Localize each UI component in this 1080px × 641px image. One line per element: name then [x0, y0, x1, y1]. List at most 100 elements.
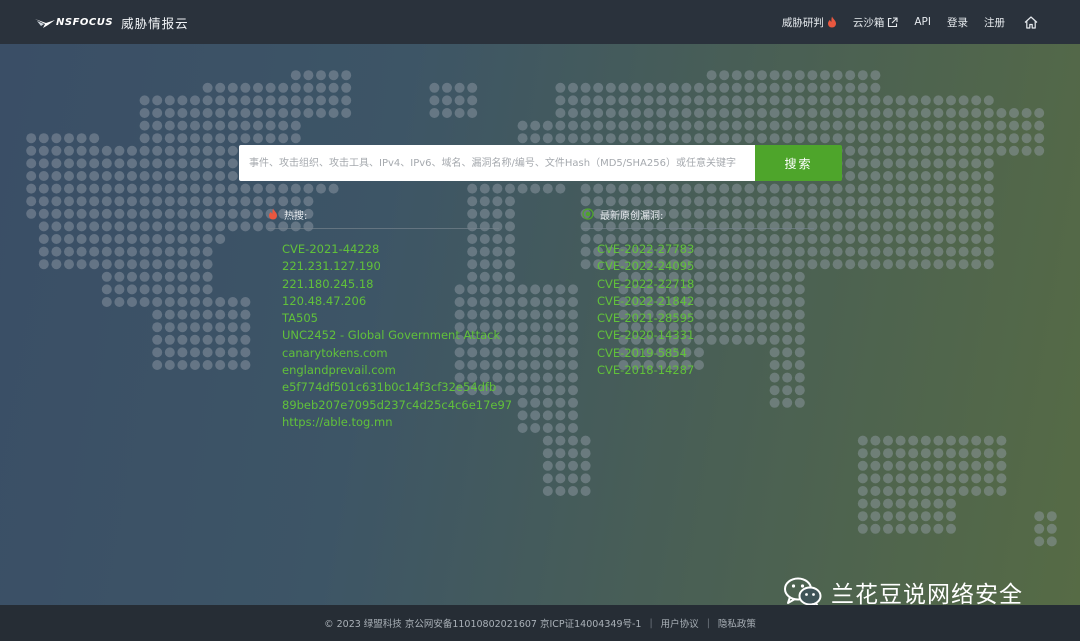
logo[interactable]: NSFOCUS 威胁情报云 — [34, 13, 189, 32]
hot-search-item[interactable]: 221.180.245.18 — [282, 276, 499, 293]
vuln-item[interactable]: CVE-2019-5854 — [597, 345, 814, 362]
hot-search-item[interactable]: CVE-2021-44228 — [282, 241, 499, 258]
map-dot — [555, 360, 566, 370]
nsfocus-logo-icon — [35, 18, 55, 28]
search-input[interactable] — [239, 145, 755, 181]
map-dot — [152, 271, 163, 282]
search-button[interactable]: 搜索 — [755, 145, 842, 181]
map-dot — [946, 523, 956, 534]
map-dot — [139, 108, 150, 118]
vuln-item[interactable]: CVE-2022-27783 — [597, 241, 814, 258]
map-dot — [542, 360, 553, 370]
map-dot — [101, 246, 112, 257]
map-dot — [542, 385, 553, 396]
map-dot — [227, 297, 238, 307]
map-dot — [101, 271, 112, 282]
map-dot — [152, 145, 163, 156]
map-dot — [731, 133, 742, 144]
map-dot — [618, 95, 629, 106]
hot-search-item[interactable]: 89beb207e7095d237c4d25c4c6e17e97 — [282, 397, 512, 414]
map-dot — [530, 385, 541, 396]
map-dot — [76, 234, 87, 244]
map-dot — [26, 133, 37, 144]
world-map-dots — [26, 70, 1057, 547]
map-dot — [542, 322, 553, 333]
map-dot — [920, 108, 931, 118]
hot-search-item[interactable]: TA505 — [282, 310, 499, 327]
nav-sandbox[interactable]: 云沙箱 — [853, 15, 899, 30]
map-dot — [101, 183, 112, 194]
map-dot — [127, 208, 137, 219]
map-dot — [769, 82, 780, 93]
map-dot — [870, 523, 881, 534]
map-dot — [832, 70, 843, 81]
nav-threat-research[interactable]: 威胁研判 — [782, 15, 837, 30]
map-dot — [64, 158, 74, 169]
map-dot — [820, 259, 830, 270]
vuln-item[interactable]: CVE-2018-14287 — [597, 362, 814, 379]
map-dot — [215, 297, 226, 307]
vuln-item[interactable]: CVE-2021-28595 — [597, 310, 814, 327]
map-dot — [933, 95, 944, 106]
hot-search-header: 热搜: — [268, 206, 499, 222]
footer-privacy-link[interactable]: 隐私政策 — [718, 616, 756, 630]
map-dot — [933, 221, 944, 232]
map-dot — [479, 196, 490, 207]
map-dot — [656, 108, 667, 118]
map-dot — [971, 208, 982, 219]
map-dot — [101, 145, 112, 156]
nav-home[interactable] — [1021, 15, 1038, 29]
map-dot — [328, 108, 339, 118]
map-dot — [946, 171, 956, 181]
map-dot — [76, 246, 87, 257]
footer-user-agreement-link[interactable]: 用户协议 — [661, 616, 699, 630]
map-dot — [908, 246, 919, 257]
map-dot — [933, 523, 944, 534]
map-dot — [895, 196, 906, 207]
map-dot — [530, 360, 541, 370]
hot-search-item[interactable]: https://able.tog.mn — [282, 414, 499, 431]
top-navigation-bar: NSFOCUS 威胁情报云 威胁研判 云沙箱 API 登录 注册 — [0, 0, 1080, 44]
map-dot — [89, 196, 100, 207]
map-dot — [1034, 120, 1045, 131]
map-dot — [971, 133, 982, 144]
map-dot — [278, 133, 289, 144]
hot-search-title: 热搜: — [284, 210, 308, 222]
map-dot — [505, 284, 515, 295]
map-dot — [996, 473, 1007, 484]
map-dot — [920, 158, 931, 169]
main-nav: 威胁研判 云沙箱 API 登录 注册 — [766, 0, 1038, 44]
hot-search-item[interactable]: canarytokens.com — [282, 345, 499, 362]
map-dot — [983, 108, 994, 118]
map-dot — [542, 120, 553, 131]
vuln-item[interactable]: CVE-2020-14331 — [597, 327, 814, 344]
vuln-item[interactable]: CVE-2022-21842 — [597, 293, 814, 310]
nav-login[interactable]: 登录 — [947, 15, 968, 30]
vuln-item[interactable]: CVE-2022-24095 — [597, 258, 814, 275]
map-dot — [202, 322, 213, 333]
hot-search-item[interactable]: 221.231.127.190 — [282, 258, 499, 275]
map-dot — [442, 82, 452, 93]
map-dot — [958, 108, 969, 118]
map-dot — [530, 410, 541, 421]
hot-search-item[interactable]: englandprevail.com — [282, 362, 499, 379]
map-dot — [996, 460, 1007, 471]
map-dot — [719, 133, 730, 144]
map-dot — [731, 108, 742, 118]
map-dot — [908, 486, 919, 496]
map-dot — [164, 158, 175, 169]
map-dot — [38, 133, 49, 144]
hot-search-item[interactable]: e5f774df501c631b0c14f3cf32e54dfb — [282, 379, 499, 396]
map-dot — [215, 221, 226, 232]
vuln-item[interactable]: CVE-2022-22718 — [597, 276, 814, 293]
map-dot — [920, 435, 931, 446]
hot-search-item[interactable]: 120.48.47.206 — [282, 293, 499, 310]
map-dot — [114, 158, 125, 169]
map-dot — [139, 271, 150, 282]
map-dot — [555, 423, 566, 433]
nav-api[interactable]: API — [914, 16, 931, 28]
hot-search-item[interactable]: UNC2452 - Global Government Attack — [282, 327, 500, 344]
map-dot — [870, 246, 881, 257]
map-dot — [555, 95, 566, 106]
nav-register[interactable]: 注册 — [984, 15, 1005, 30]
